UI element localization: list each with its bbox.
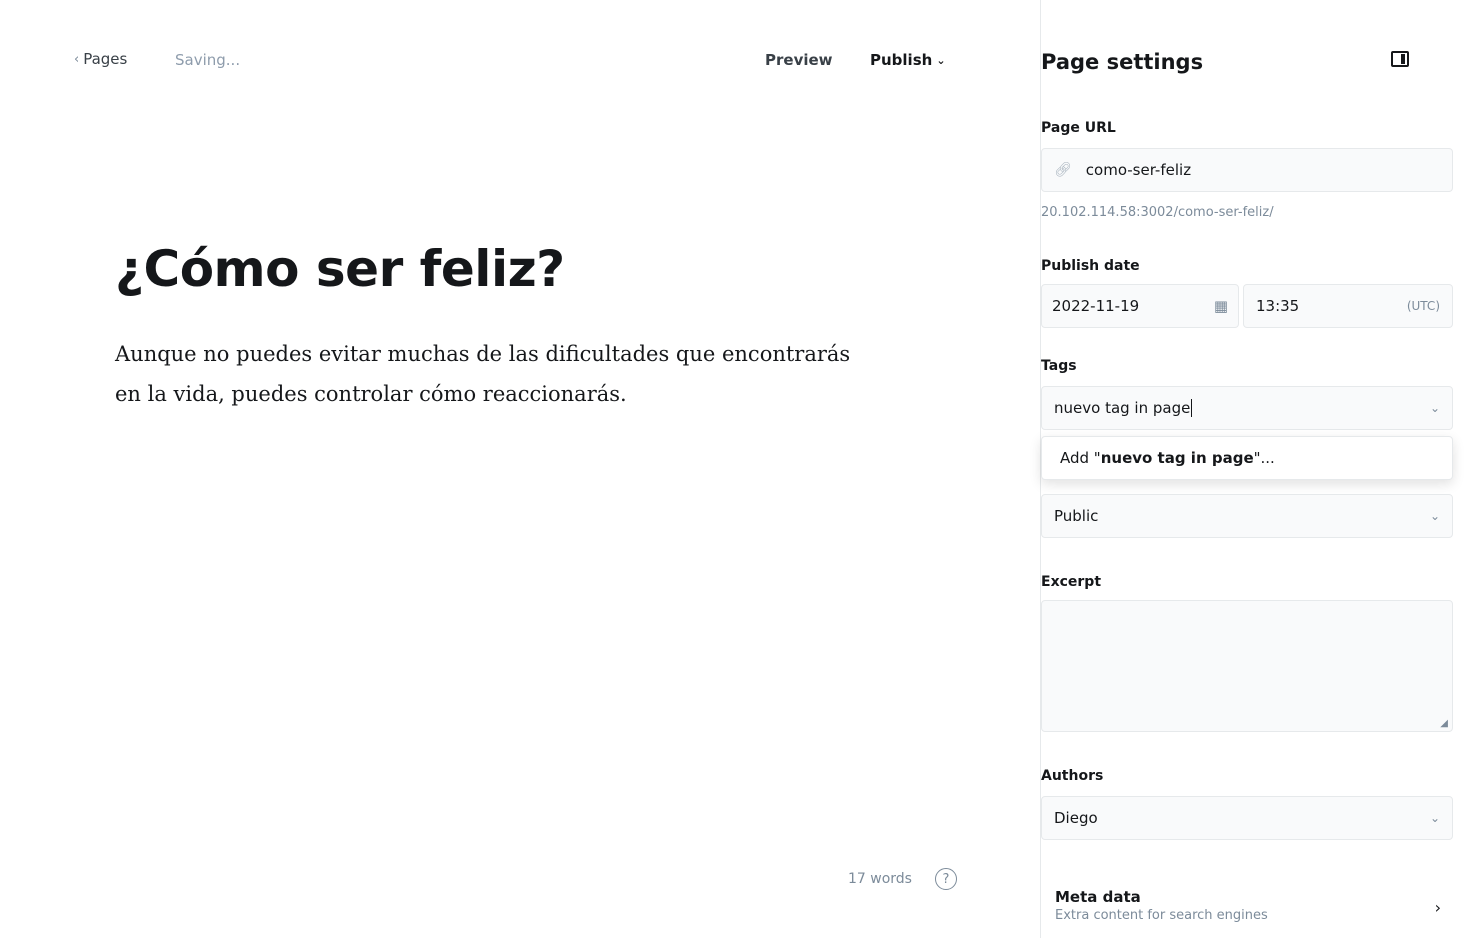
page-body[interactable]: Aunque no puedes evitar muchas de las di… [115, 334, 915, 414]
chevron-down-icon: ⌄ [1429, 811, 1440, 825]
settings-panel: Page settings Page URL 🔗︎ como-ser-feliz… [1040, 0, 1483, 938]
resize-handle-icon[interactable]: ◢ [1440, 718, 1448, 729]
panel-toggle-icon[interactable] [1391, 51, 1409, 67]
date-value: 2022-11-19 [1052, 297, 1140, 315]
authors-label: Authors [1041, 768, 1104, 784]
publish-button[interactable]: Publish ⌄ [870, 51, 946, 69]
tags-input[interactable]: nuevo tag in page ⌄ [1041, 386, 1453, 430]
panel-title: Page settings [1041, 50, 1204, 74]
page-url-value: como-ser-feliz [1085, 161, 1192, 179]
chevron-left-icon: ‹ [74, 51, 80, 67]
date-input[interactable]: 2022-11-19 ▦ [1041, 284, 1239, 328]
publish-date-field: 2022-11-19 ▦ 13:35 (UTC) [1041, 284, 1453, 328]
tags-input-value: nuevo tag in page [1054, 399, 1193, 417]
save-status: Saving... [175, 51, 241, 69]
chevron-down-icon: ⌄ [936, 53, 946, 67]
add-tag-option[interactable]: Add " nuevo tag in page "... [1041, 436, 1453, 480]
meta-data-row[interactable]: Meta data Extra content for search engin… [1041, 888, 1453, 936]
paragraph-line: en la vida, puedes controlar cómo reacci… [115, 382, 627, 406]
meta-data-title: Meta data [1055, 888, 1141, 906]
chevron-right-icon: › [1434, 898, 1441, 917]
tags-label: Tags [1041, 358, 1077, 374]
publish-label: Publish [870, 51, 933, 69]
word-count: 17 words [848, 871, 912, 887]
add-tag-prefix: Add " [1060, 449, 1101, 467]
back-to-pages-link[interactable]: ‹ Pages [74, 50, 127, 68]
page-url-field[interactable]: 🔗︎ como-ser-feliz [1041, 148, 1453, 192]
page-url-hint: 20.102.114.58:3002/como-ser-feliz/ [1041, 205, 1274, 220]
add-tag-suffix: "... [1253, 449, 1275, 467]
timezone-label: (UTC) [1406, 299, 1440, 313]
authors-select[interactable]: Diego ⌄ [1041, 796, 1453, 840]
chevron-down-icon: ⌄ [1429, 401, 1440, 415]
excerpt-label: Excerpt [1041, 574, 1102, 590]
add-tag-name: nuevo tag in page [1100, 449, 1254, 467]
time-input[interactable]: 13:35 (UTC) [1243, 284, 1453, 328]
meta-data-subtitle: Extra content for search engines [1055, 908, 1268, 923]
paragraph-line: Aunque no puedes evitar muchas de las di… [115, 342, 851, 366]
link-icon: 🔗︎ [1054, 162, 1072, 178]
page-title[interactable]: ¿Cómo ser feliz? [115, 240, 565, 298]
question-circle-icon[interactable]: ? [935, 868, 957, 890]
visibility-select[interactable]: Public ⌄ [1041, 494, 1453, 538]
author-name: Diego [1054, 809, 1098, 827]
publish-date-label: Publish date [1041, 258, 1140, 274]
editor-topbar: ‹ Pages Saving... Preview Publish ⌄ [0, 0, 1040, 110]
preview-button[interactable]: Preview [765, 51, 833, 69]
chevron-down-icon: ⌄ [1429, 509, 1440, 523]
page-url-label: Page URL [1041, 120, 1116, 136]
calendar-icon: ▦ [1213, 297, 1228, 315]
back-label: Pages [83, 50, 128, 68]
excerpt-textarea[interactable]: ◢ [1041, 600, 1453, 732]
time-value: 13:35 [1256, 297, 1300, 315]
visibility-value: Public [1054, 507, 1099, 525]
